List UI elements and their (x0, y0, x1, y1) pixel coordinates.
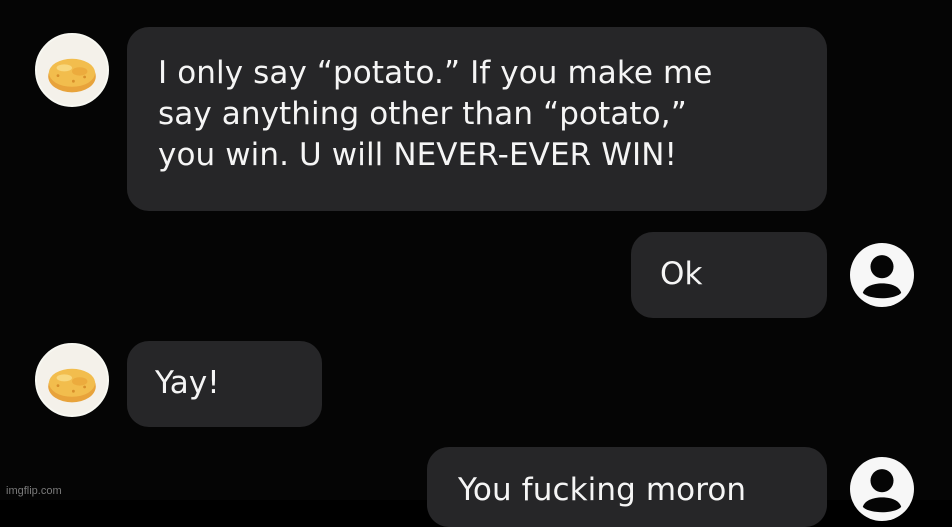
message-text: You fucking moron (458, 472, 747, 508)
user-profile-icon (850, 457, 914, 521)
message-line: say anything other than “potato,” (158, 96, 687, 132)
message-bubble-yay: Yay! (127, 341, 322, 427)
user-profile-icon (850, 243, 914, 307)
potato-avatar-icon (35, 343, 109, 417)
message-line: you win. U will NEVER-EVER WIN! (158, 137, 678, 173)
message-bubble-reply: You fucking moron (427, 447, 827, 527)
message-bubble-potato-rules: I only say “potato.” If you make me say … (127, 27, 827, 211)
imgflip-watermark: imgflip.com (6, 485, 62, 497)
message-text: Yay! (155, 365, 220, 401)
chat-window: I only say “potato.” If you make me say … (0, 0, 952, 527)
potato-avatar-icon (35, 33, 109, 107)
message-bubble-ok: Ok (631, 232, 827, 318)
message-text: Ok (660, 256, 703, 292)
message-line: I only say “potato.” If you make me (158, 55, 713, 91)
